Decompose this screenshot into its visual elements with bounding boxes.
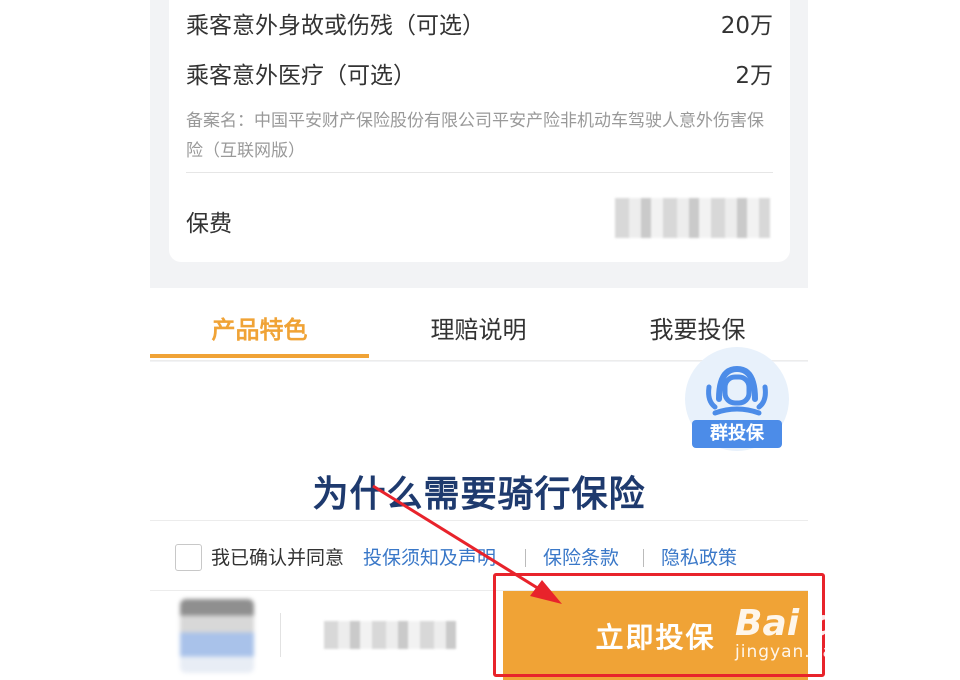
watermark: Bai du 经验 jingyan.baidu.com bbox=[735, 594, 948, 662]
annotation-arrow bbox=[372, 484, 562, 604]
watermark-logo: Bai du 经验 bbox=[735, 603, 948, 644]
